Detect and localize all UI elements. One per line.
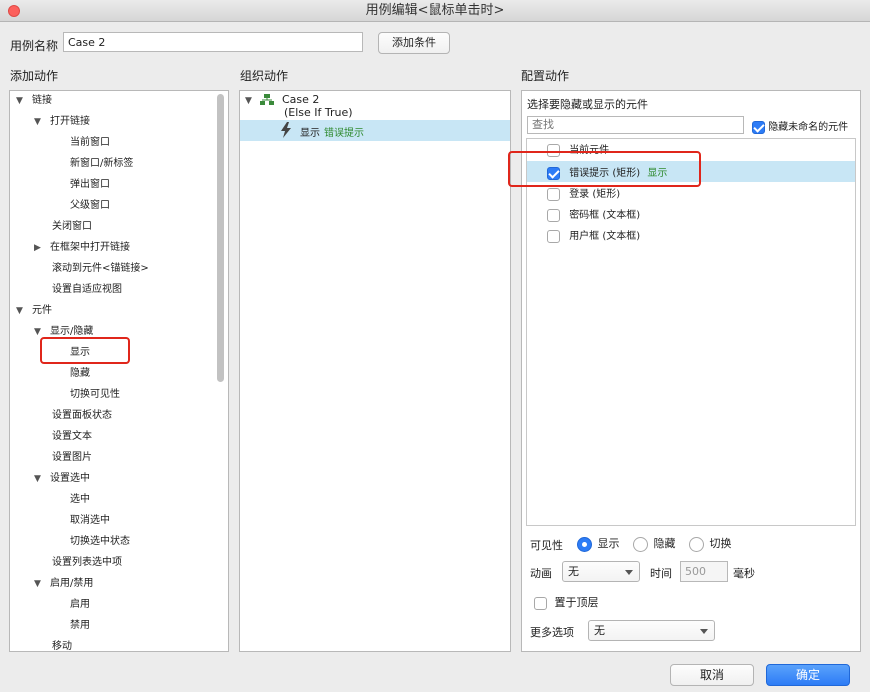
widget-checkbox-password[interactable] xyxy=(547,208,560,222)
visibility-option-toggle[interactable]: 切换 xyxy=(689,535,732,552)
widget-label: 登录 (矩形) xyxy=(569,189,621,200)
bring-to-front-label: 置于顶层 xyxy=(554,596,599,609)
tree-item-widgets[interactable]: ▼ 元件 xyxy=(16,300,52,321)
tree-item-set-selected[interactable]: ▼ 设置选中 xyxy=(34,468,90,489)
tree-item-open-in-frame[interactable]: ▶ 在框架中打开链接 xyxy=(34,237,130,258)
cancel-button[interactable]: 取消 xyxy=(670,664,754,686)
tree-item-set-panel-state[interactable]: 设置面板状态 xyxy=(52,405,112,426)
more-options-select[interactable]: 无 xyxy=(588,620,715,641)
radio-hide[interactable] xyxy=(633,536,648,552)
widget-list[interactable]: 当前元件 错误提示 (矩形) 显示 登录 (矩形) 密码框 (文本框) 用户框 … xyxy=(526,138,856,526)
triangle-down-icon[interactable]: ▼ xyxy=(16,301,26,322)
tree-item-link[interactable]: ▼ 链接 xyxy=(16,91,52,112)
action-target: 错误提示 xyxy=(324,128,364,139)
widget-label: 用户框 (文本框) xyxy=(569,231,641,242)
radio-show[interactable] xyxy=(577,536,592,552)
tree-item-parent-window[interactable]: 父级窗口 xyxy=(70,195,110,216)
case-flow-icon xyxy=(260,94,274,105)
close-window-icon[interactable] xyxy=(8,5,20,17)
actions-tree-scrollbar[interactable] xyxy=(217,94,224,382)
hide-unnamed-checkbox[interactable] xyxy=(752,120,765,134)
configure-action-header: 配置动作 xyxy=(521,69,570,83)
triangle-down-icon[interactable]: ▼ xyxy=(245,96,252,106)
tree-item-popup[interactable]: 弹出窗口 xyxy=(70,174,110,195)
triangle-down-icon[interactable]: ▼ xyxy=(34,112,44,133)
visibility-option-hide[interactable]: 隐藏 xyxy=(633,535,676,552)
case-name-input[interactable] xyxy=(63,32,363,52)
tree-item-set-text[interactable]: 设置文本 xyxy=(52,426,92,447)
tree-item-set-image[interactable]: 设置图片 xyxy=(52,447,92,468)
bring-to-front-checkbox[interactable] xyxy=(534,596,547,610)
organize-action-header: 组织动作 xyxy=(240,69,289,83)
tree-item-enable[interactable]: 启用 xyxy=(70,594,90,615)
annotation-highlight-show xyxy=(40,337,130,364)
tree-item-hide[interactable]: 隐藏 xyxy=(70,363,90,384)
window-title: 用例编辑<鼠标单击时> xyxy=(365,3,505,18)
visibility-option-show[interactable]: 显示 xyxy=(577,535,620,552)
tree-item-move[interactable]: 移动 xyxy=(52,636,72,651)
triangle-down-icon[interactable]: ▼ xyxy=(34,574,44,595)
widget-label: 密码框 (文本框) xyxy=(569,210,641,221)
more-options-label: 更多选项 xyxy=(530,626,574,639)
tree-item-toggle-selected[interactable]: 切换选中状态 xyxy=(70,531,130,552)
triangle-down-icon[interactable]: ▼ xyxy=(34,469,44,490)
lightning-icon xyxy=(281,122,291,138)
annotation-highlight-error-tip xyxy=(508,151,701,187)
case-name-label: 用例名称 xyxy=(10,39,59,53)
widget-checkbox-username[interactable] xyxy=(547,229,560,243)
tree-item-enable-disable[interactable]: ▼ 启用/禁用 xyxy=(34,573,93,594)
animation-time-input[interactable] xyxy=(680,561,728,582)
tree-item-adaptive-view[interactable]: 设置自适应视图 xyxy=(52,279,122,300)
widget-checkbox-login[interactable] xyxy=(547,187,560,201)
tree-item-toggle-visibility[interactable]: 切换可见性 xyxy=(70,384,120,405)
actions-tree-panel[interactable]: ▼ 链接 ▼ 打开链接 当前窗口 新窗口/新标签 弹出窗口 父级窗口 关闭窗口 ▶ 在… xyxy=(9,90,229,652)
tree-item-open-link[interactable]: ▼ 打开链接 xyxy=(34,111,90,132)
widget-row-login[interactable]: 登录 (矩形) xyxy=(547,185,620,201)
add-condition-button[interactable]: 添加条件 xyxy=(378,32,450,54)
ok-button[interactable]: 确定 xyxy=(766,664,850,686)
tree-item-set-list-selection[interactable]: 设置列表选中项 xyxy=(52,552,122,573)
tree-item-new-tab[interactable]: 新窗口/新标签 xyxy=(70,153,133,174)
hide-unnamed-option[interactable]: 隐藏未命名的元件 xyxy=(752,118,848,134)
tree-item-current-window[interactable]: 当前窗口 xyxy=(70,132,110,153)
time-label: 时间 xyxy=(650,567,672,580)
chevron-down-icon xyxy=(625,570,633,575)
bring-to-front-option[interactable]: 置于顶层 xyxy=(534,594,599,610)
case-title[interactable]: Case 2 xyxy=(282,93,319,106)
visibility-label: 可见性 xyxy=(530,539,563,552)
tree-item-scroll-to[interactable]: 滚动到元件<锚链接> xyxy=(52,258,149,279)
tree-item-unselect[interactable]: 取消选中 xyxy=(70,510,110,531)
configure-prompt: 选择要隐藏或显示的元件 xyxy=(527,98,648,111)
radio-toggle[interactable] xyxy=(689,536,704,552)
widget-search-input[interactable] xyxy=(527,116,744,134)
case-condition: (Else If True) xyxy=(284,106,353,119)
tree-item-close-window[interactable]: 关闭窗口 xyxy=(52,216,92,237)
organize-actions-panel[interactable]: ▼ Case 2 (Else If True) 显示 错误提示 xyxy=(239,90,511,652)
widget-row-username[interactable]: 用户框 (文本框) xyxy=(547,227,640,243)
action-row-show[interactable]: 显示 错误提示 xyxy=(240,120,510,141)
hide-unnamed-label: 隐藏未命名的元件 xyxy=(768,122,849,133)
triangle-down-icon[interactable]: ▼ xyxy=(16,91,26,112)
animation-label: 动画 xyxy=(530,567,552,580)
chevron-down-icon xyxy=(700,629,708,634)
widget-row-password[interactable]: 密码框 (文本框) xyxy=(547,206,640,222)
tree-item-select[interactable]: 选中 xyxy=(70,489,90,510)
add-action-header: 添加动作 xyxy=(10,69,59,83)
tree-item-disable[interactable]: 禁用 xyxy=(70,615,90,636)
action-verb: 显示 xyxy=(300,128,320,139)
animation-select[interactable]: 无 xyxy=(562,561,640,582)
time-unit: 毫秒 xyxy=(733,567,755,580)
triangle-right-icon[interactable]: ▶ xyxy=(34,238,44,259)
window-titlebar: 用例编辑<鼠标单击时> xyxy=(0,0,870,22)
